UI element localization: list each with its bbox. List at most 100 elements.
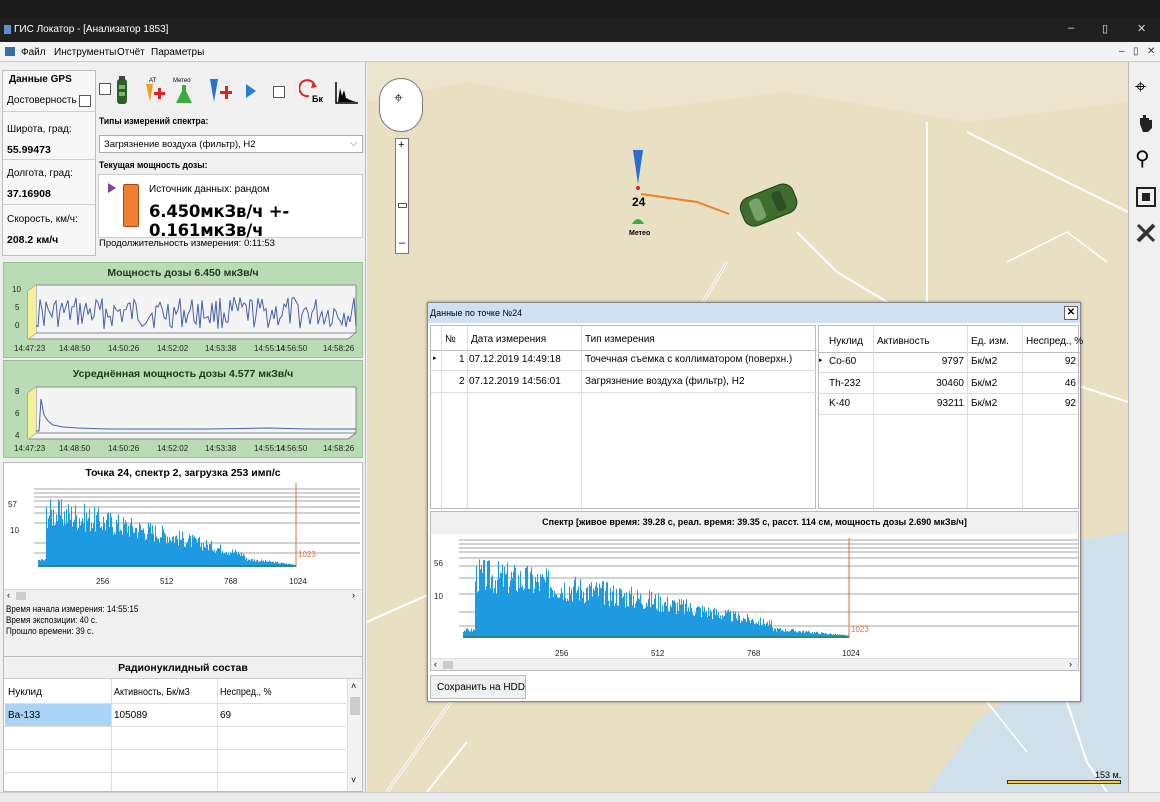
table-cell[interactable]: Бк/м2	[971, 356, 997, 367]
column-header[interactable]: Активность	[877, 336, 930, 347]
column-header[interactable]: Неспред., %	[220, 687, 271, 698]
table-cell[interactable]: Th-232	[829, 378, 861, 389]
activity-cell[interactable]: 105089	[114, 710, 147, 721]
battery-icon[interactable]	[114, 76, 130, 106]
spectrum-bar	[712, 619, 713, 637]
table-cell[interactable]: 1	[459, 354, 465, 365]
scroll-down-icon[interactable]: ˅	[351, 775, 356, 785]
table-cell[interactable]: 92	[1026, 398, 1076, 409]
zoom-extent-icon[interactable]	[1135, 186, 1157, 208]
zoom-slider[interactable]: + –	[395, 138, 409, 254]
spectrum-type-select[interactable]: Загрязнение воздуха (фильтр), Н2 ⌵	[99, 135, 363, 153]
menu-file[interactable]: Файл	[21, 47, 46, 58]
spectrum-icon[interactable]	[334, 76, 360, 106]
spectrum-bar	[477, 592, 478, 637]
menu-report[interactable]: Отчёт	[117, 47, 145, 58]
spectrum-bar	[628, 606, 629, 637]
scroll-thumb[interactable]	[443, 661, 453, 669]
spectrum-bar	[758, 620, 759, 637]
record-checkbox[interactable]	[273, 86, 285, 98]
uncertainty-cell[interactable]: 69	[220, 710, 231, 721]
minimize-button[interactable]: –	[1068, 22, 1074, 34]
table-cell[interactable]: Точечная съемка с коллиматором (поверхн.…	[585, 354, 792, 365]
table-cell[interactable]: 9797	[877, 356, 964, 367]
scroll-left-icon[interactable]: ‹	[434, 659, 437, 669]
mdi-restore-button[interactable]: ▯	[1133, 46, 1139, 57]
spectrum-bar	[194, 535, 195, 566]
maximize-button[interactable]: ▯	[1102, 22, 1108, 35]
vertical-scrollbar[interactable]: ˄ ˅	[347, 679, 362, 791]
zoom-search-icon[interactable]: ⚲	[1135, 146, 1150, 171]
measure-tool-icon[interactable]	[1135, 222, 1157, 244]
spectrum-bar	[550, 586, 551, 637]
table-cell[interactable]: 46	[1026, 378, 1076, 389]
scroll-thumb[interactable]	[16, 592, 26, 600]
table-cell[interactable]: Бк/м2	[971, 378, 997, 389]
spectrum-bar	[179, 530, 180, 566]
spectrum-bar	[494, 587, 495, 637]
spectrum-bar	[657, 610, 658, 637]
pan-hand-icon[interactable]	[1135, 112, 1157, 134]
zoom-in-icon[interactable]: +	[398, 139, 404, 151]
column-header[interactable]: Нуклид	[8, 687, 42, 698]
spectrum-bar	[543, 577, 544, 637]
column-header[interactable]: №	[445, 334, 456, 345]
table-cell[interactable]: Co-60	[829, 356, 856, 367]
pan-control[interactable]: ⌖	[379, 78, 423, 132]
spectrum-bar	[619, 588, 620, 637]
scroll-right-icon[interactable]: ›	[352, 590, 355, 600]
close-window-button[interactable]: ✕	[1137, 22, 1146, 35]
spectrum-bar	[696, 607, 697, 637]
add-at-point-icon[interactable]: AT	[143, 76, 167, 106]
save-to-hdd-button[interactable]: Сохранить на HDD	[430, 675, 526, 699]
table-cell[interactable]: 30460	[877, 378, 964, 389]
table-cell[interactable]: 07.12.2019 14:56:01	[469, 376, 561, 387]
zoom-handle[interactable]	[398, 203, 407, 208]
spectrum-bar	[239, 554, 240, 566]
spectrum-bar	[200, 546, 201, 566]
column-header[interactable]: Дата измерения	[471, 334, 546, 345]
locate-icon[interactable]: ⌖	[1135, 76, 1146, 99]
scroll-up-icon[interactable]: ˄	[351, 681, 356, 691]
menu-parameters[interactable]: Параметры	[151, 47, 204, 58]
table-cell[interactable]: 2	[459, 376, 465, 387]
bk-calibration-icon[interactable]: Бк	[299, 76, 329, 106]
meteo-flask-icon[interactable]: Метео	[172, 76, 198, 106]
column-header[interactable]: Тип измерения	[585, 334, 655, 345]
dialog-close-button[interactable]: ✕	[1064, 306, 1078, 320]
table-cell[interactable]: Загрязнение воздуха (фильтр), Н2	[585, 376, 745, 387]
spectrum-bar	[627, 605, 628, 637]
column-header[interactable]: Неспред., %	[1026, 336, 1083, 347]
play-icon[interactable]	[244, 76, 258, 106]
y-tick: 5	[15, 303, 20, 312]
pan-crosshair-icon[interactable]: ⌖	[394, 90, 403, 108]
column-header[interactable]: Нуклид	[829, 336, 863, 347]
add-probe-icon[interactable]	[207, 76, 235, 106]
nuclide-cell[interactable]: Ba-133	[8, 710, 40, 721]
table-cell[interactable]: K-40	[829, 398, 850, 409]
table-cell[interactable]: 93211	[877, 398, 964, 409]
dialog-spectrum-scrollbar[interactable]: ‹ ›	[431, 658, 1078, 670]
spectrum-bar	[534, 588, 535, 637]
table-cell[interactable]: 07.12.2019 14:49:18	[469, 354, 561, 365]
mdi-minimize-button[interactable]: –	[1119, 46, 1125, 57]
scroll-thumb[interactable]	[350, 697, 360, 715]
y-tick: 6	[15, 409, 20, 418]
spectrum-bar	[593, 588, 594, 637]
scroll-right-icon[interactable]: ›	[1069, 659, 1072, 669]
toolbar-checkbox[interactable]	[99, 83, 111, 95]
spectrum-bar	[181, 540, 182, 566]
spectrum-scrollbar[interactable]: ‹ ›	[4, 589, 362, 601]
table-cell[interactable]: Бк/м2	[971, 398, 997, 409]
marker-label: 1023	[851, 625, 869, 634]
reliability-checkbox[interactable]	[79, 95, 91, 107]
dialog-spectrum-title: Спектр [живое время: 39.28 с, реал. врем…	[542, 517, 967, 527]
table-cell[interactable]: 92	[1026, 356, 1076, 367]
scroll-left-icon[interactable]: ‹	[7, 590, 10, 600]
column-header[interactable]: Ед. изм.	[971, 336, 1009, 347]
zoom-out-icon[interactable]: –	[399, 237, 405, 249]
spectrum-bar	[484, 560, 485, 637]
column-header[interactable]: Активность, Бк/м3	[114, 687, 190, 698]
menu-tools[interactable]: Инструменты	[54, 47, 116, 58]
mdi-close-button[interactable]: ✕	[1147, 46, 1155, 57]
